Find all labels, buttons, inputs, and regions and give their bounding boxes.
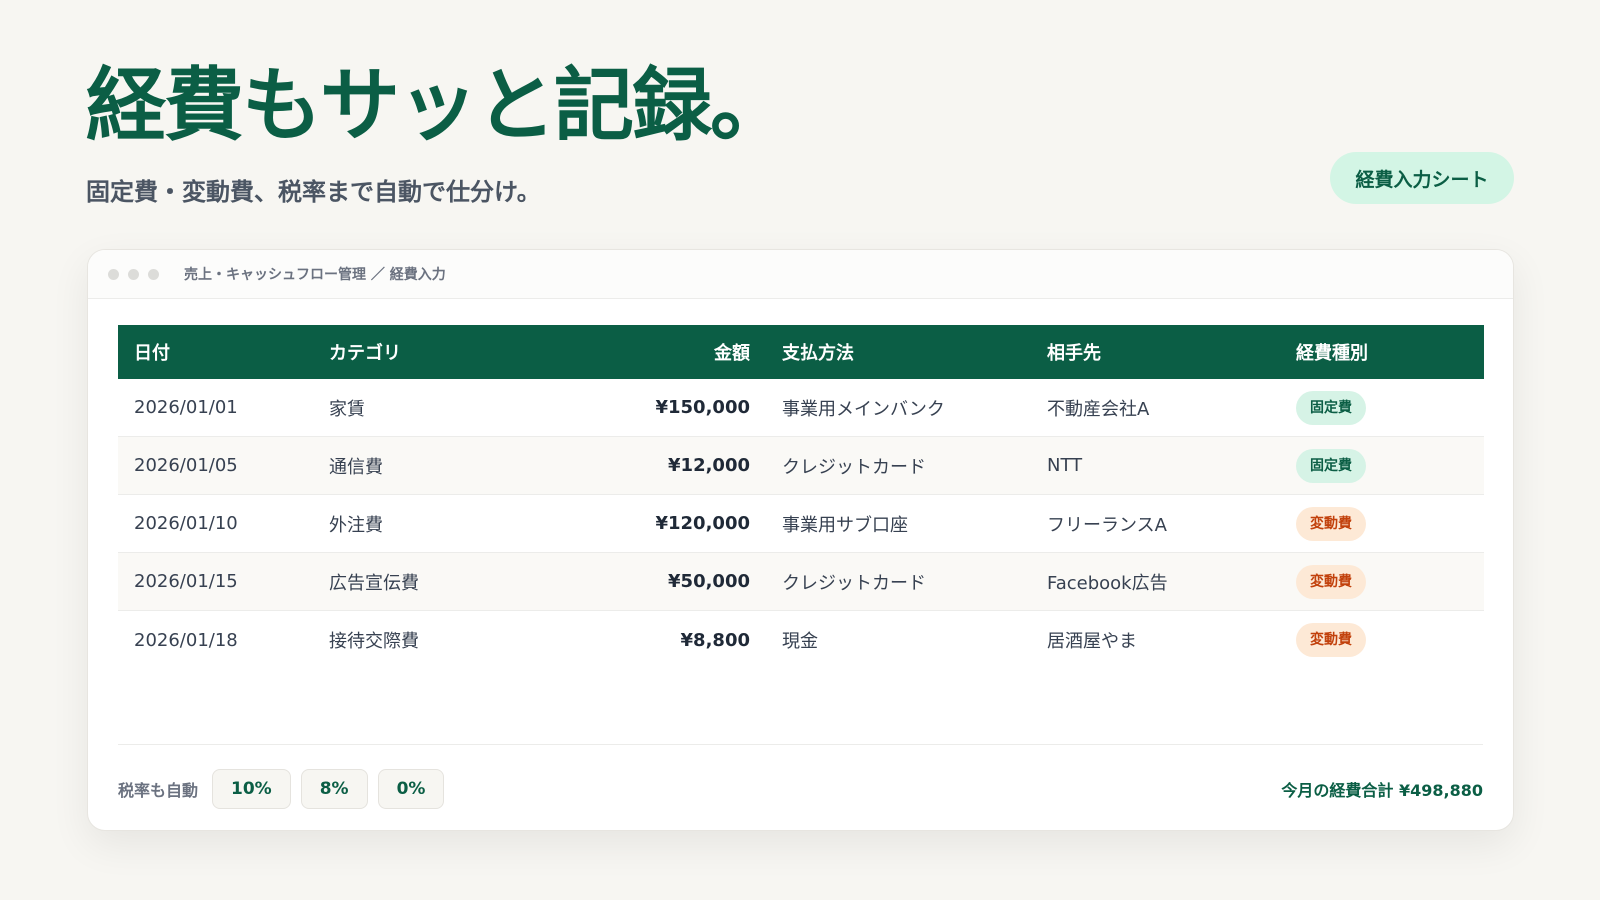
- column-header-expense-type[interactable]: 経費種別: [1280, 339, 1484, 365]
- expense-type-badge: 変動費: [1296, 623, 1366, 657]
- window-dot-icon: [108, 268, 119, 280]
- tax-rate-chip-8[interactable]: 8%: [300, 768, 368, 809]
- date-cell: 2026/01/05: [134, 455, 238, 476]
- hero-subtitle: 固定費・変動費、税率まで自動で仕分け。: [86, 178, 541, 206]
- amount-cell: ¥12,000: [668, 455, 750, 476]
- table-row[interactable]: 2026/01/01 家賃 ¥150,000 事業用メインバンク 不動産会社A …: [118, 379, 1484, 437]
- table-footer: 税率も自動 10% 8% 0% 今月の経費合計 ¥498,880: [118, 744, 1483, 830]
- payment-method-cell: 現金: [782, 631, 818, 652]
- column-header-category[interactable]: カテゴリ: [313, 339, 533, 365]
- column-header-payee[interactable]: 相手先: [1031, 339, 1280, 365]
- window-dot-icon: [128, 268, 139, 280]
- expense-type-badge: 変動費: [1296, 506, 1366, 541]
- breadcrumb: 売上・キャッシュフロー管理 ／ 経費入力: [184, 267, 446, 283]
- category-cell: 広告宣伝費: [329, 572, 419, 594]
- date-cell: 2026/01/15: [134, 571, 238, 592]
- payment-method-cell: クレジットカード: [782, 456, 926, 478]
- payment-method-cell: 事業用サブ口座: [782, 514, 908, 536]
- category-cell: 家賃: [329, 398, 365, 420]
- expense-type-badge: 変動費: [1296, 564, 1366, 599]
- column-header-payment-method[interactable]: 支払方法: [765, 339, 1031, 365]
- table-row[interactable]: 2026/01/18 接待交際費 ¥8,800 現金 居酒屋やま 変動費: [118, 611, 1484, 669]
- date-cell: 2026/01/01: [134, 397, 238, 418]
- window-dot-icon: [148, 268, 159, 280]
- amount-cell: ¥50,000: [668, 571, 750, 592]
- payee-cell: Facebook広告: [1047, 572, 1168, 594]
- payee-cell: 居酒屋やま: [1047, 631, 1137, 652]
- amount-cell: ¥150,000: [655, 397, 750, 418]
- table-row[interactable]: 2026/01/10 外注費 ¥120,000 事業用サブ口座 フリーランスA …: [118, 495, 1484, 553]
- date-cell: 2026/01/18: [134, 629, 238, 651]
- payee-cell: フリーランスA: [1047, 514, 1167, 536]
- expense-sheet-button[interactable]: 経費入力シート: [1330, 152, 1514, 204]
- category-cell: 接待交際費: [329, 631, 419, 652]
- monthly-total: 今月の経費合計 ¥498,880: [1281, 780, 1483, 800]
- app-window: 売上・キャッシュフロー管理 ／ 経費入力 日付 カテゴリ 金額 支払方法 相手先…: [87, 249, 1514, 831]
- tax-rate-chip-0[interactable]: 0%: [377, 768, 445, 809]
- date-cell: 2026/01/10: [134, 513, 238, 534]
- expense-type-badge: 固定費: [1296, 448, 1366, 483]
- tax-rate-chip-10[interactable]: 10%: [212, 768, 291, 809]
- table-row[interactable]: 2026/01/05 通信費 ¥12,000 クレジットカード NTT 固定費: [118, 437, 1484, 495]
- category-cell: 通信費: [329, 456, 383, 478]
- category-cell: 外注費: [329, 514, 383, 536]
- payee-cell: 不動産会社A: [1047, 398, 1150, 420]
- expense-type-badge: 固定費: [1296, 390, 1366, 425]
- table-header-row: 日付 カテゴリ 金額 支払方法 相手先 経費種別: [118, 325, 1484, 379]
- window-titlebar: 売上・キャッシュフロー管理 ／ 経費入力: [88, 250, 1513, 299]
- table-row[interactable]: 2026/01/15 広告宣伝費 ¥50,000 クレジットカード Facebo…: [118, 553, 1484, 611]
- tax-rate-label: 税率も自動: [118, 780, 199, 800]
- expense-table: 日付 カテゴリ 金額 支払方法 相手先 経費種別 2026/01/01 家賃 ¥…: [118, 325, 1484, 669]
- amount-cell: ¥120,000: [655, 513, 750, 534]
- column-header-date[interactable]: 日付: [118, 339, 313, 365]
- hero-title: 経費もサッと記録。: [86, 59, 790, 152]
- column-header-amount[interactable]: 金額: [533, 339, 765, 365]
- payee-cell: NTT: [1047, 455, 1083, 476]
- payment-method-cell: クレジットカード: [782, 572, 926, 594]
- payment-method-cell: 事業用メインバンク: [782, 398, 945, 420]
- amount-cell: ¥8,800: [680, 629, 750, 651]
